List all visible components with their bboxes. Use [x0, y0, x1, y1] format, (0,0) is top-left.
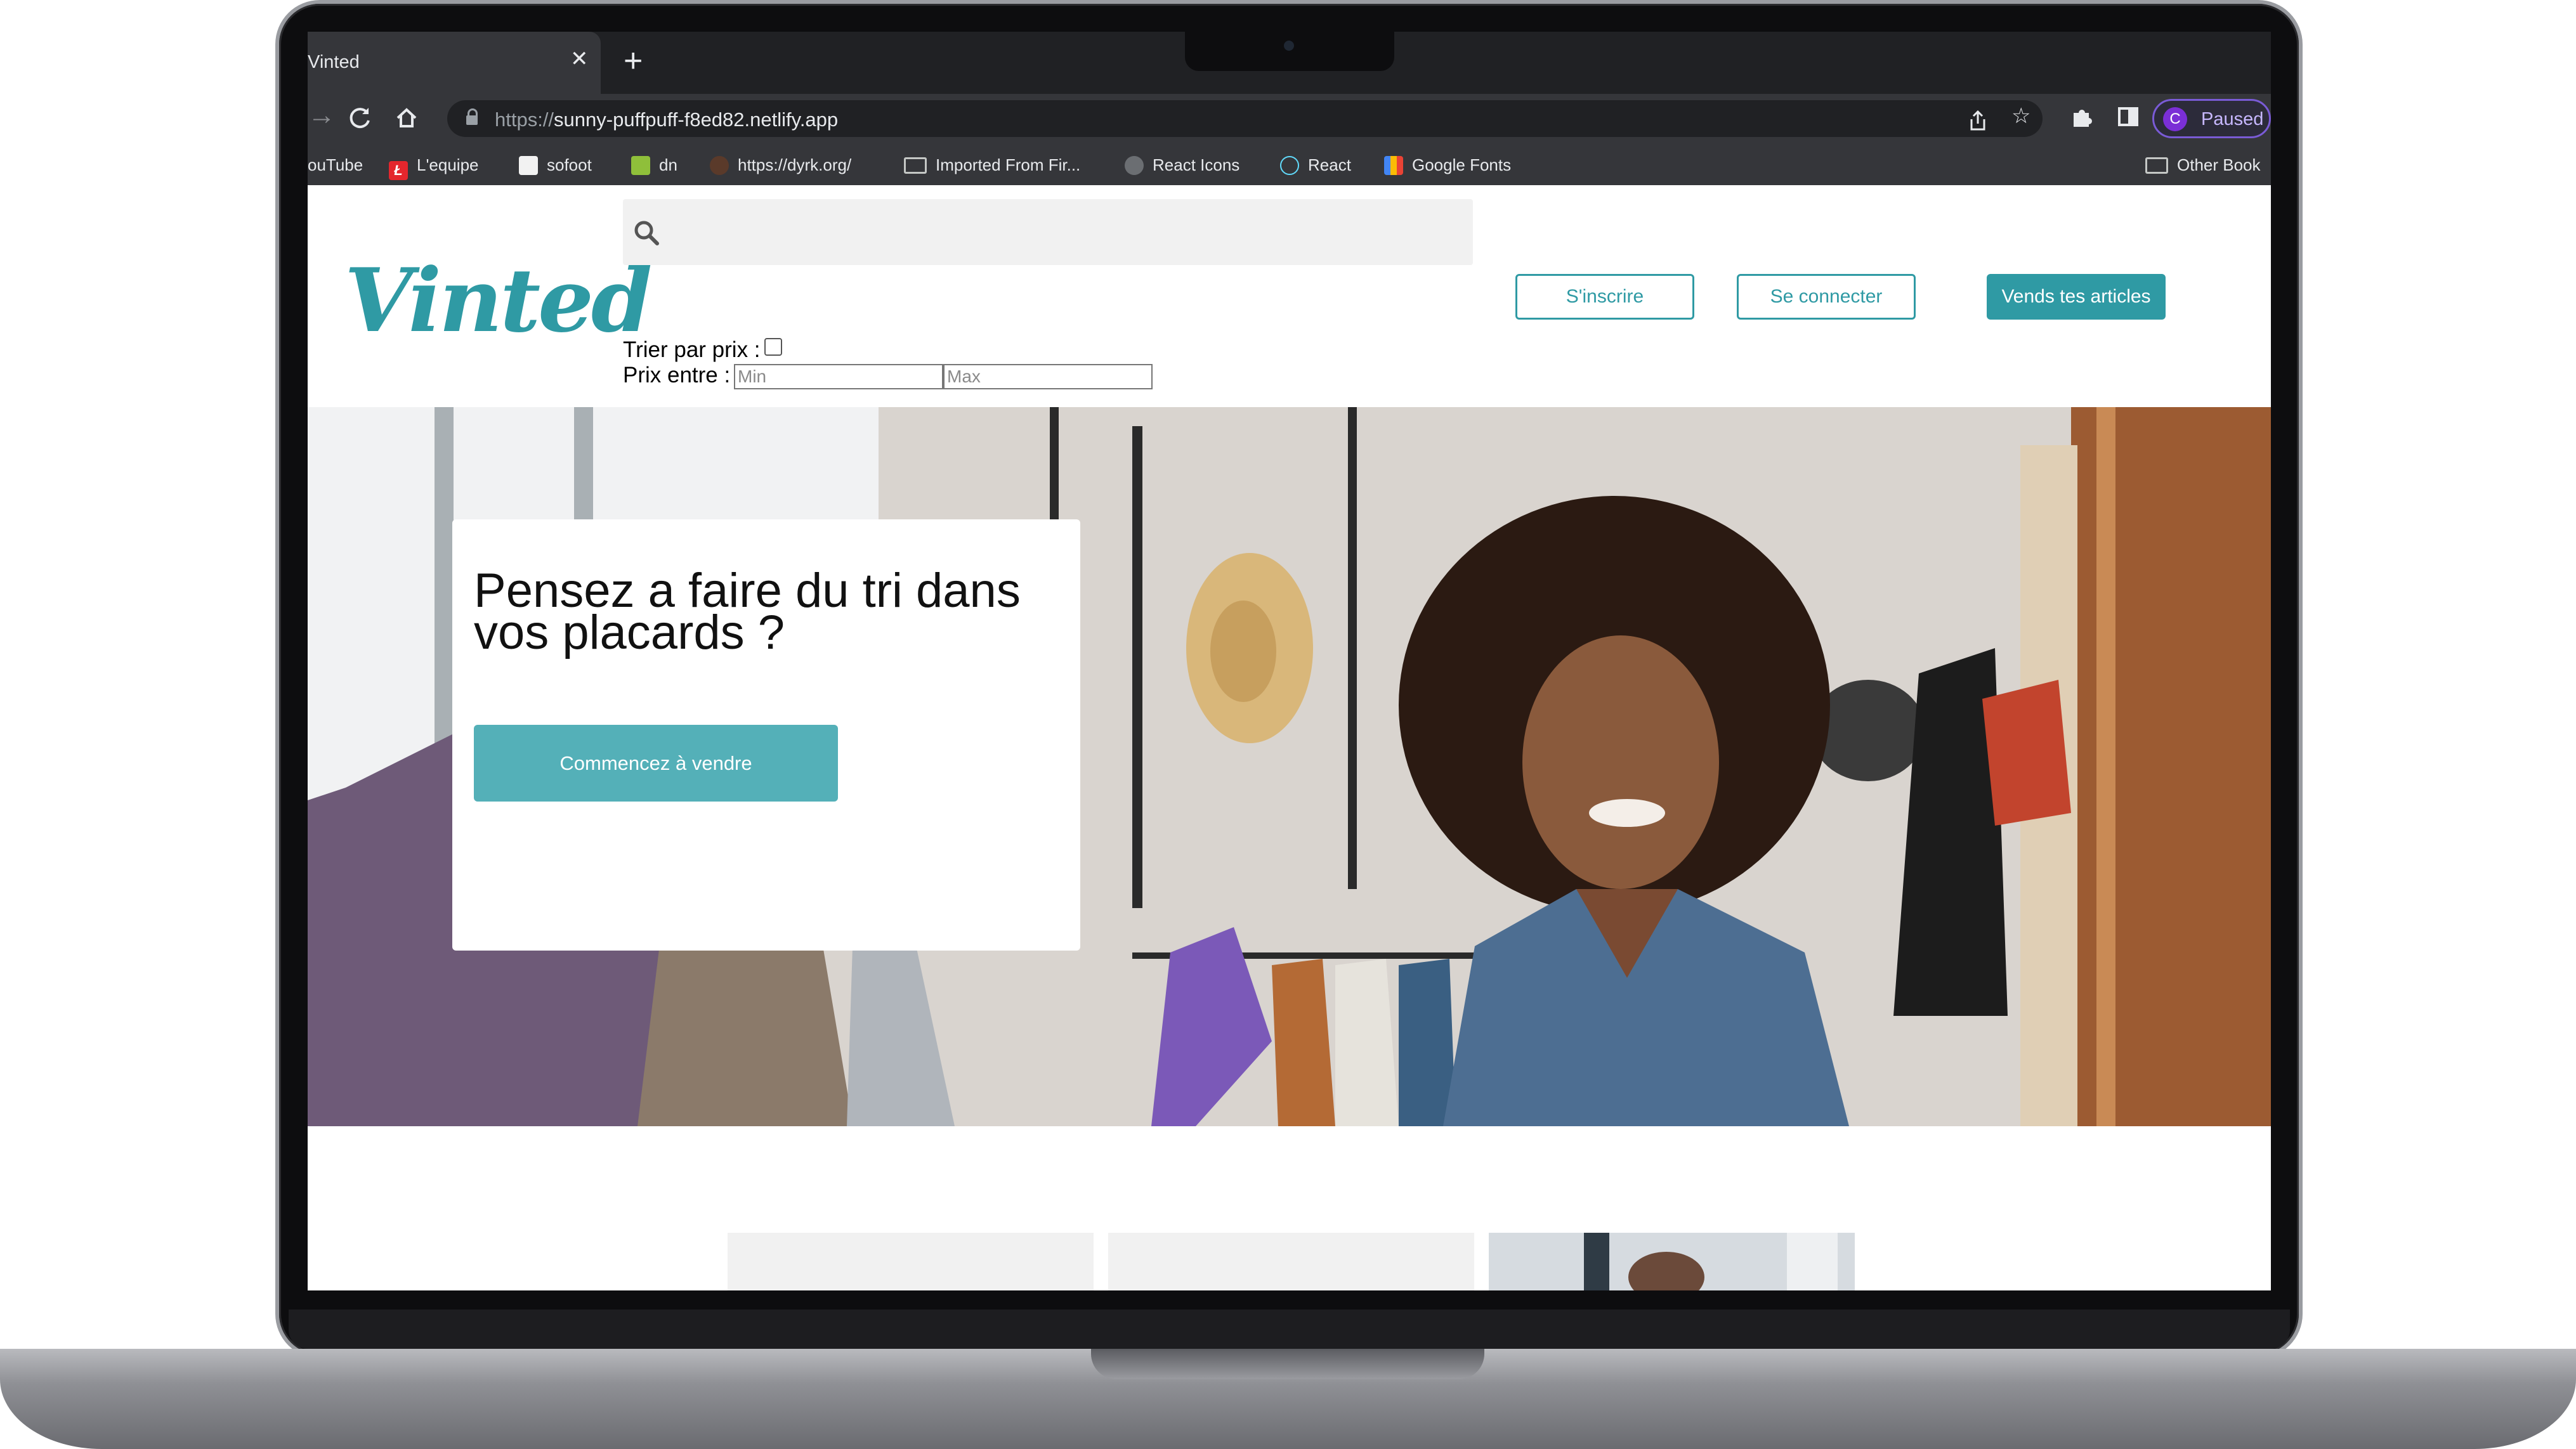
sort-label: Trier par prix :	[623, 337, 761, 362]
start-selling-button[interactable]: Commencez à vendre	[474, 725, 838, 802]
folder-icon	[904, 157, 927, 174]
search-icon	[634, 221, 659, 245]
tab-title: Vinted	[308, 52, 360, 72]
google-fonts-icon	[1384, 156, 1403, 175]
camera-icon	[1284, 41, 1294, 51]
hero-card: Pensez a faire du tri dans vos placards …	[452, 519, 1080, 951]
web-page: Vinted S'inscrire Se connecter Vends tes…	[308, 185, 2271, 1290]
react-icon	[1280, 156, 1299, 175]
search-input[interactable]	[623, 199, 1473, 265]
hero-banner: Pensez a faire du tri dans vos placards …	[308, 407, 2271, 1126]
product-photo	[1489, 1233, 1855, 1290]
lock-icon[interactable]	[466, 108, 478, 125]
bookmark-star-icon[interactable]: ☆	[2011, 105, 2030, 127]
laptop-opening-notch	[1091, 1349, 1484, 1379]
bookmark-google-fonts[interactable]: Google Fonts	[1384, 155, 1511, 175]
laptop-screen: Vinted ✕ + → https://sunny-puffpuff-f8ed…	[308, 32, 2271, 1290]
browser-toolbar: → https://sunny-puffpuff-f8ed82.netlify.…	[308, 94, 2271, 145]
side-panel-icon[interactable]	[2117, 105, 2140, 128]
browser-tab[interactable]: Vinted ✕	[308, 32, 601, 94]
bookmark-react[interactable]: React	[1280, 155, 1351, 175]
bookmark-lequipe[interactable]: Ł L'equipe	[389, 155, 479, 180]
price-max-input[interactable]	[943, 364, 1153, 389]
price-min-input[interactable]	[734, 364, 943, 389]
bookmark-folder-other[interactable]: Other Book	[2145, 155, 2261, 175]
laptop-bezel-bottom	[289, 1309, 2290, 1349]
sell-items-button[interactable]: Vends tes articles	[1987, 274, 2166, 320]
bookmark-dn[interactable]: dn	[631, 155, 677, 175]
vinted-logo[interactable]: Vinted	[344, 249, 652, 352]
bookmark-youtube[interactable]: ouTube	[308, 155, 363, 175]
dn-icon	[631, 156, 650, 175]
avatar: C	[2163, 107, 2187, 131]
react-icons-icon	[1125, 156, 1144, 175]
camera-notch	[1185, 32, 1394, 71]
bookmark-dyrk[interactable]: https://dyrk.org/	[710, 155, 851, 175]
hero-title: Pensez a faire du tri dans vos placards …	[474, 564, 1021, 660]
profile-button[interactable]: C Paused	[2152, 99, 2271, 138]
product-card[interactable]	[728, 1233, 1094, 1290]
bookmarks-bar: ouTube Ł L'equipe sofoot dn https://dyrk.…	[308, 145, 2271, 186]
product-card[interactable]	[1489, 1233, 1855, 1290]
bookmark-folder-imported[interactable]: Imported From Fir...	[904, 155, 1080, 175]
price-range-label: Prix entre :	[623, 363, 731, 387]
folder-icon	[2145, 157, 2168, 174]
share-icon[interactable]	[1967, 110, 1989, 131]
dyrk-icon	[710, 156, 729, 175]
sort-checkbox[interactable]	[764, 338, 782, 356]
extensions-icon[interactable]	[2070, 105, 2094, 129]
close-tab-icon[interactable]: ✕	[570, 48, 589, 70]
sort-by-price: Trier par prix :	[623, 337, 782, 363]
reload-icon[interactable]	[347, 105, 372, 131]
new-tab-icon[interactable]: +	[624, 44, 643, 77]
address-bar[interactable]: https://sunny-puffpuff-f8ed82.netlify.ap…	[447, 100, 2043, 137]
forward-icon[interactable]: →	[308, 101, 336, 129]
url-text[interactable]: https://sunny-puffpuff-f8ed82.netlify.ap…	[495, 108, 838, 131]
bookmark-react-icons[interactable]: React Icons	[1125, 155, 1239, 175]
home-icon[interactable]	[394, 105, 419, 131]
profile-status: Paused	[2201, 109, 2264, 129]
signup-button[interactable]: S'inscrire	[1515, 274, 1694, 320]
bookmark-sofoot[interactable]: sofoot	[519, 155, 592, 175]
product-card[interactable]	[1108, 1233, 1474, 1290]
lequipe-icon: Ł	[389, 161, 408, 180]
sofoot-icon	[519, 156, 538, 175]
login-button[interactable]: Se connecter	[1737, 274, 1916, 320]
